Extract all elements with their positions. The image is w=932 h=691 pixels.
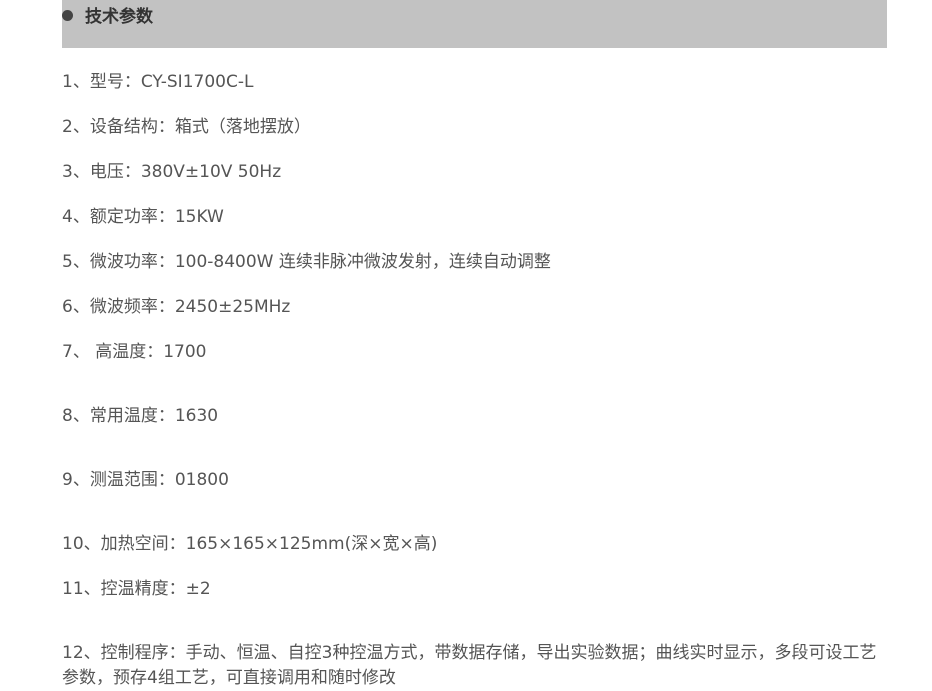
- bullet-icon: [62, 10, 73, 21]
- spec-item-structure: 2、设备结构：箱式（落地摆放）: [62, 117, 311, 137]
- section-title: 技术参数: [85, 7, 153, 27]
- spec-item-control-accuracy: 11、控温精度：±2: [62, 579, 211, 599]
- spec-item-microwave-power: 5、微波功率：100-8400W 连续非脉冲微波发射，连续自动调整: [62, 252, 551, 272]
- spec-item-control-program: 12、控制程序：手动、恒温、自控3种控温方式，带数据存储，导出实验数据；曲线实时…: [62, 643, 877, 688]
- spec-item-measuring-range: 9、测温范围：01800: [62, 470, 229, 490]
- spec-item-max-temperature: 7、 高温度：1700: [62, 342, 207, 362]
- spec-item-common-temperature: 8、常用温度：1630: [62, 406, 219, 426]
- section-header-bar: [62, 0, 887, 48]
- spec-item-voltage: 3、电压：380V±10V 50Hz: [62, 162, 282, 182]
- spec-item-model: 1、型号：CY-SI1700C-L: [62, 72, 254, 92]
- spec-item-heating-space: 10、加热空间：165×165×125mm(深×宽×高): [62, 534, 438, 554]
- spec-item-rated-power: 4、额定功率：15KW: [62, 207, 224, 227]
- spec-item-microwave-frequency: 6、微波频率：2450±25MHz: [62, 297, 291, 317]
